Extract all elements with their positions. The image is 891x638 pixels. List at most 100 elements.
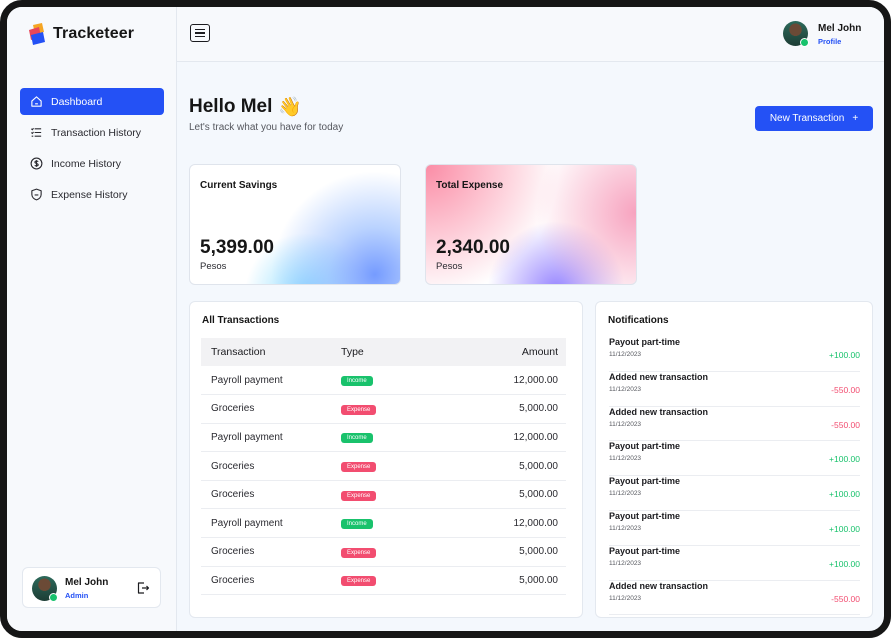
notification-item[interactable]: Added new transaction 11/12/2023 -550.00	[609, 407, 860, 442]
transaction-amount: 5,000.00	[431, 451, 566, 481]
transaction-type: Expense	[341, 480, 432, 510]
notifications-list: Payout part-time 11/12/2023 +100.00 Added n…	[609, 337, 860, 616]
topbar-user[interactable]: Mel John Profile	[783, 21, 879, 47]
sidebar-item-label: Income History	[51, 157, 122, 170]
transactions-panel: All Transactions Transaction Type Amount…	[189, 301, 583, 618]
notification-item[interactable]: Payout part-time 11/12/2023 +100.00	[609, 441, 860, 477]
type-badge: Income	[341, 519, 373, 530]
table-row[interactable]: Groceries Expense 5,000.00	[201, 394, 566, 424]
stat-value: 5,399.00	[200, 237, 274, 258]
transactions-table: Transaction Type Amount Payroll payment I…	[201, 338, 566, 596]
table-row[interactable]: Payroll payment Income 12,000.00	[201, 508, 566, 539]
stat-unit: Pesos	[436, 261, 463, 272]
user-name: Mel John	[65, 577, 109, 588]
table-row[interactable]: Groceries Expense 5,000.00	[201, 566, 566, 596]
avatar[interactable]	[783, 21, 809, 47]
sidebar-item-transaction-history[interactable]: Transaction History	[20, 119, 164, 146]
notification-item[interactable]: Payout part-time 11/12/2023 +100.00	[609, 546, 860, 581]
notification-date: 11/12/2023	[609, 351, 642, 358]
type-badge: Expense	[341, 576, 377, 587]
transaction-type: Expense	[341, 537, 432, 567]
app-window: Tracketeer Dashboard Transaction History	[0, 0, 891, 638]
panel-title: All Transactions	[202, 315, 280, 326]
notification-date: 11/12/2023	[609, 559, 642, 567]
notification-item[interactable]: Payout part-time 11/12/2023 +100.00	[609, 511, 860, 546]
transaction-name: Groceries	[201, 394, 341, 424]
current-savings-card: Current Savings 5,399.00 Pesos	[189, 164, 401, 285]
notification-title: Added new transaction	[609, 406, 709, 417]
logout-icon[interactable]	[136, 581, 150, 595]
transaction-type: Income	[341, 423, 432, 453]
transaction-amount: 5,000.00	[431, 566, 566, 596]
table-row[interactable]: Payroll payment Income 12,000.00	[201, 366, 566, 396]
notification-item[interactable]: Payout part-time 11/12/2023 +100.00	[609, 337, 860, 372]
list-icon	[30, 127, 42, 137]
notification-date: 11/12/2023	[609, 594, 642, 602]
transaction-type: Expense	[341, 394, 432, 424]
transaction-type: Income	[341, 508, 432, 539]
hamburger-icon-line	[195, 28, 205, 30]
table-row[interactable]: Groceries Expense 5,000.00	[201, 480, 566, 510]
shield-icon	[31, 188, 42, 201]
sidebar-item-expense-history[interactable]: Expense History	[20, 181, 164, 208]
sidebar-item-label: Expense History	[51, 188, 128, 201]
transaction-name: Payroll payment	[201, 366, 341, 396]
notification-title: Payout part-time	[609, 476, 681, 487]
type-badge: Income	[341, 433, 373, 444]
greeting-subtitle: Let's track what you have for today	[189, 122, 344, 133]
column-header-type[interactable]: Type	[341, 338, 432, 366]
column-header-transaction[interactable]: Transaction	[201, 338, 341, 366]
notification-amount: +100.00	[829, 558, 860, 569]
notifications-panel: Notifications Payout part-time 11/12/2023…	[595, 301, 873, 618]
panel-title: Notifications	[608, 315, 669, 326]
sidebar-item-dashboard[interactable]: Dashboard	[20, 88, 164, 115]
transaction-type: Expense	[341, 451, 432, 481]
transaction-amount: 12,000.00	[431, 508, 566, 539]
sidebar-item-label: Dashboard	[51, 95, 103, 108]
table-row[interactable]: Groceries Expense 5,000.00	[201, 451, 566, 481]
type-badge: Expense	[341, 547, 377, 558]
app-logo[interactable]: Tracketeer	[27, 23, 134, 45]
sidebar: Tracketeer Dashboard Transaction History	[7, 7, 177, 631]
table-row[interactable]: Groceries Expense 5,000.00	[201, 537, 566, 567]
column-header-amount[interactable]: Amount	[431, 338, 566, 366]
notification-amount: +100.00	[829, 454, 860, 465]
plus-icon: +	[852, 113, 859, 124]
notification-item[interactable]: Payout part-time 11/12/2023 +100.00	[609, 476, 860, 511]
user-role: Admin	[65, 591, 89, 600]
notification-title: Payout part-time	[609, 441, 681, 452]
topbar: Mel John Profile	[177, 7, 884, 62]
notification-title: Payout part-time	[609, 510, 681, 521]
notification-amount: +100.00	[829, 523, 860, 534]
avatar[interactable]	[32, 576, 58, 602]
menu-toggle-button[interactable]	[190, 24, 210, 42]
type-badge: Expense	[341, 490, 377, 501]
new-transaction-button[interactable]: New Transaction +	[755, 106, 873, 131]
notification-date: 11/12/2023	[609, 524, 642, 532]
transaction-name: Groceries	[201, 451, 341, 481]
profile-link[interactable]: Profile	[818, 37, 841, 46]
notification-amount: -550.00	[831, 419, 860, 430]
notification-title: Added new transaction	[609, 580, 709, 591]
transaction-name: Payroll payment	[201, 508, 341, 539]
type-badge: Expense	[341, 462, 377, 473]
transaction-amount: 5,000.00	[431, 480, 566, 510]
notification-date: 11/12/2023	[609, 490, 642, 498]
transactions-table-body: Payroll payment Income 12,000.00 Groceries E…	[201, 366, 566, 596]
table-row[interactable]: Payroll payment Income 12,000.00	[201, 423, 566, 453]
notification-title: Added new transaction	[609, 371, 709, 382]
notification-amount: +100.00	[829, 350, 860, 360]
notification-item[interactable]: Added new transaction 11/12/2023 -550.00	[609, 581, 860, 616]
sidebar-item-income-history[interactable]: Income History	[20, 150, 164, 177]
table-header-row: Transaction Type Amount	[201, 338, 566, 366]
transaction-name: Groceries	[201, 537, 341, 567]
notification-title: Payout part-time	[609, 545, 681, 556]
transaction-type: Income	[341, 366, 432, 396]
wallet-logo-icon	[29, 23, 45, 45]
notification-amount: +100.00	[829, 489, 860, 500]
stat-value: 2,340.00	[436, 237, 510, 258]
greeting: Hello Mel 👋 Let's track what you have fo…	[189, 95, 343, 133]
transaction-amount: 5,000.00	[431, 537, 566, 567]
notification-date: 11/12/2023	[609, 455, 642, 463]
notification-item[interactable]: Added new transaction 11/12/2023 -550.00	[609, 372, 860, 407]
